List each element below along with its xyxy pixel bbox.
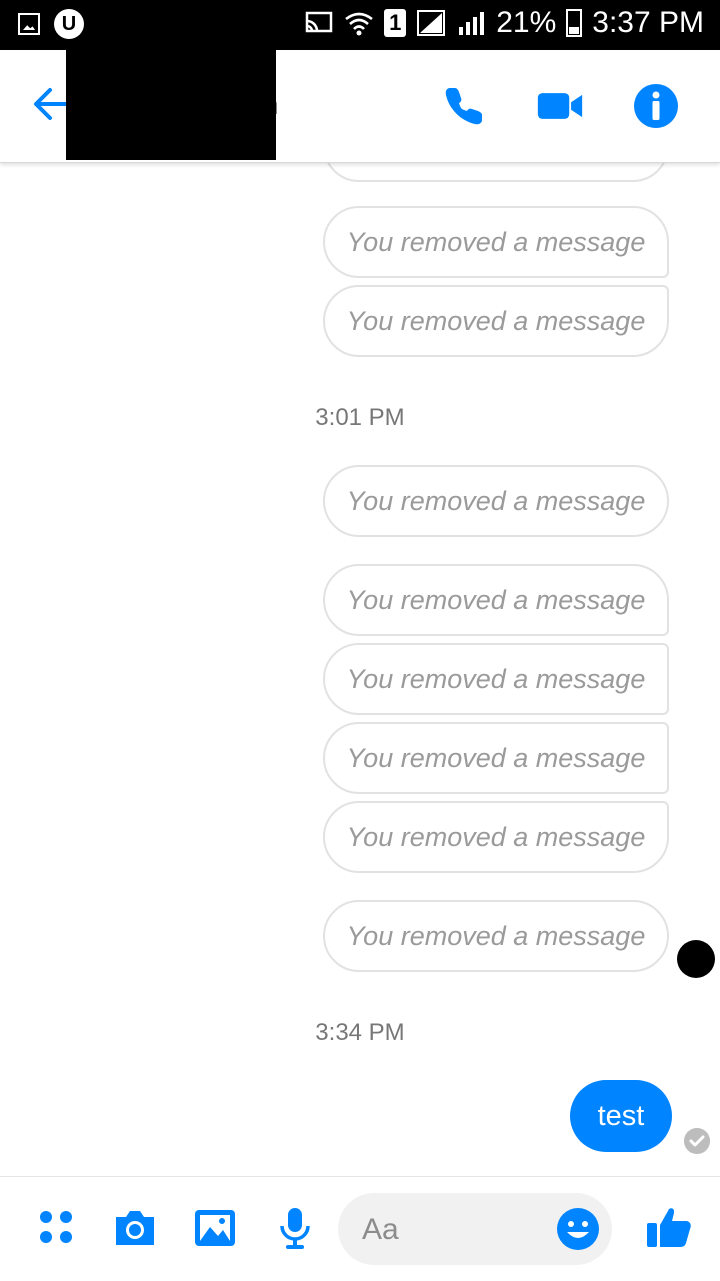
status-bar: U 1 21% 3:37 PM (0, 0, 720, 50)
phone-icon[interactable] (440, 82, 488, 130)
removed-message-bubble[interactable]: You removed a message (323, 285, 669, 357)
removed-message-bubble[interactable]: You removed a message (323, 900, 669, 972)
camera-icon[interactable] (112, 1205, 158, 1251)
gallery-icon[interactable] (192, 1205, 238, 1251)
thumbs-up-icon[interactable] (644, 1201, 694, 1251)
cast-icon (305, 11, 333, 33)
timestamp: 3:01 PM (315, 404, 405, 431)
timestamp: 3:34 PM (315, 1019, 405, 1046)
removed-message-bubble[interactable]: You removed a message (323, 465, 669, 537)
sent-message-bubble[interactable]: test (570, 1080, 672, 1152)
message-input-container (338, 1193, 612, 1265)
signal-icon (417, 10, 446, 36)
conversation-header: n (0, 50, 720, 163)
battery-icon (566, 9, 583, 37)
removed-message-bubble[interactable]: You removed a message (323, 643, 669, 715)
status-left: U (18, 9, 84, 39)
emoji-icon[interactable] (556, 1207, 600, 1251)
composer-bar (0, 1176, 720, 1281)
removed-message-bubble[interactable]: You removed a message (323, 564, 669, 636)
info-icon[interactable] (632, 82, 680, 130)
signal-bars-icon (459, 12, 485, 35)
more-dots-icon[interactable] (34, 1205, 80, 1251)
removed-message-bubble[interactable]: You removed a message (323, 162, 669, 182)
status-right: 1 21% 3:37 PM (304, 6, 704, 40)
removed-message-bubble[interactable]: You removed a message (323, 206, 669, 278)
removed-message-bubble[interactable]: You removed a message (323, 722, 669, 794)
wifi-icon (345, 12, 374, 36)
back-arrow-icon[interactable] (30, 84, 70, 124)
sim-indicator: 1 (384, 9, 407, 37)
microphone-icon[interactable] (272, 1205, 318, 1251)
video-camera-icon[interactable] (536, 82, 584, 130)
delivered-check-icon (684, 1128, 710, 1154)
battery-percent: 21% (496, 6, 557, 39)
redaction-box (66, 50, 276, 160)
seen-avatar-dot (677, 940, 715, 978)
clock: 3:37 PM (592, 6, 704, 39)
gallery-notification-icon (18, 13, 40, 35)
message-list[interactable]: You removed a message You removed a mess… (0, 162, 720, 1176)
message-input[interactable] (360, 1207, 564, 1253)
removed-message-bubble[interactable]: You removed a message (323, 801, 669, 873)
u-notification-icon: U (54, 9, 84, 39)
